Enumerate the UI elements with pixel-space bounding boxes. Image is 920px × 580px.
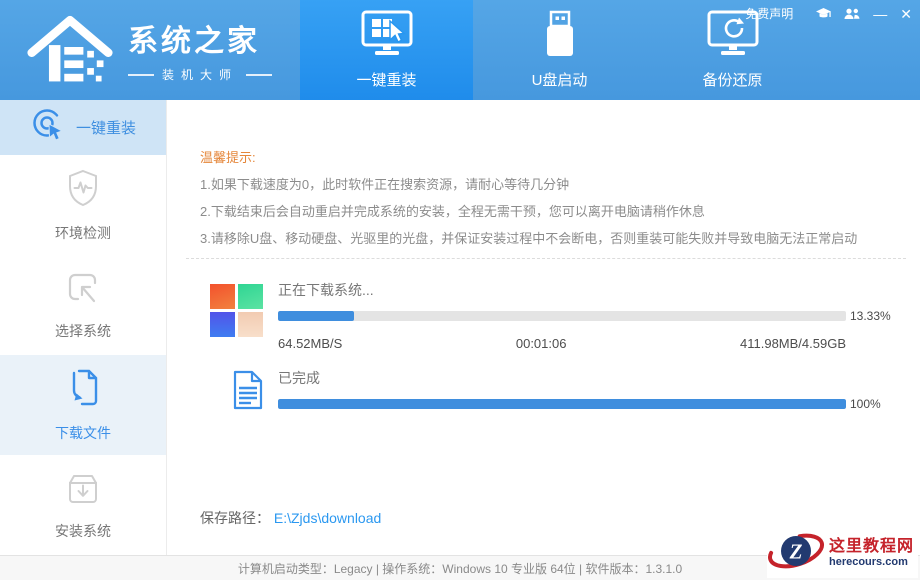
download-percent-label: 13.33% xyxy=(850,309,891,323)
monitor-windows-cursor-icon xyxy=(360,10,414,62)
download-file-icon xyxy=(65,368,101,413)
tip-line: 2.下载结束后会自动重启并完成系统的安装，全程无需干预，您可以离开电脑请稍作休息 xyxy=(200,198,857,225)
save-path-row: 保存路径： E:\Zjds\download xyxy=(200,508,381,528)
watermark-z-badge-icon: Z xyxy=(767,530,825,577)
free-statement-link[interactable]: 免费声明 xyxy=(745,5,793,22)
sidebar-item-download-file[interactable]: 下载文件 xyxy=(0,355,166,455)
watermark-title: 这里教程网 xyxy=(829,538,914,556)
main-panel: 温馨提示: 1.如果下载速度为0，此时软件正在搜索资源，请耐心等待几分钟 2.下… xyxy=(168,100,920,555)
sidebar-item-label: 安装系统 xyxy=(55,521,111,541)
sidebar-item-label: 选择系统 xyxy=(55,321,111,341)
sidebar-item-one-key-reinstall[interactable]: 一键重装 xyxy=(0,100,166,155)
tab-label: 一键重装 xyxy=(356,69,416,90)
download-progress-block: 正在下载系统... 13.33% 64.52MB/S 00:01:06 411.… xyxy=(168,280,920,351)
download-stats-row: 64.52MB/S 00:01:06 411.98MB/4.59GB xyxy=(278,336,846,351)
sidebar: 一键重装 环境检测 选择系统 xyxy=(0,100,167,555)
logo-title: 系统之家 xyxy=(128,16,272,60)
download-status-title: 正在下载系统... xyxy=(278,280,920,300)
app-logo: 系统之家 装机大师 xyxy=(26,12,272,87)
sidebar-item-label: 环境检测 xyxy=(55,223,111,243)
completed-progress-block: 已完成 100% xyxy=(168,368,920,411)
tab-usb-boot[interactable]: U盘启动 xyxy=(473,0,646,100)
logo-rule-right xyxy=(246,74,272,76)
tab-one-key-reinstall[interactable]: 一键重装 xyxy=(300,0,473,100)
download-elapsed-time: 00:01:06 xyxy=(516,336,567,351)
tab-label: 备份还原 xyxy=(702,69,762,90)
completed-percent-label: 100% xyxy=(850,397,881,411)
windows-color-logo-icon xyxy=(210,284,263,337)
completed-progress-fill xyxy=(278,399,846,409)
download-progress-bar xyxy=(278,311,846,321)
header-tabs: 一键重装 U盘启动 xyxy=(300,0,819,100)
dashed-separator xyxy=(186,258,906,259)
shield-pulse-icon xyxy=(65,168,101,213)
minimize-button[interactable]: — xyxy=(873,7,887,21)
customer-service-cap-icon[interactable] xyxy=(816,7,831,21)
watermark-logo: Z 这里教程网 herecours.com xyxy=(767,529,918,578)
download-speed: 64.52MB/S xyxy=(278,336,342,351)
users-group-icon[interactable] xyxy=(844,7,860,21)
tip-line: 3.请移除U盘、移动硬盘、光驱里的光盘，并保证安装过程中不会断电，否则重装可能失… xyxy=(200,225,857,252)
window-controls: 免费声明 — ✕ xyxy=(745,5,912,22)
sidebar-item-label: 一键重装 xyxy=(76,117,136,138)
completed-status-title: 已完成 xyxy=(278,368,920,388)
app-window: 系统之家 装机大师 xyxy=(0,0,920,580)
sidebar-item-select-system[interactable]: 选择系统 xyxy=(0,255,166,355)
usb-drive-icon xyxy=(533,10,587,62)
one-key-reinstall-icon xyxy=(30,107,66,148)
tips-block: 温馨提示: 1.如果下载速度为0，此时软件正在搜索资源，请耐心等待几分钟 2.下… xyxy=(200,144,857,252)
logo-subtitle: 装机大师 xyxy=(162,66,238,83)
install-system-icon xyxy=(65,470,101,511)
select-system-icon xyxy=(65,270,101,311)
completed-progress-bar xyxy=(278,399,846,409)
header: 系统之家 装机大师 xyxy=(0,0,920,100)
sidebar-item-environment-check[interactable]: 环境检测 xyxy=(0,155,166,255)
tips-title: 温馨提示: xyxy=(200,144,857,171)
house-logo-icon xyxy=(26,12,114,87)
sidebar-item-install-system[interactable]: 安装系统 xyxy=(0,455,166,555)
download-size: 411.98MB/4.59GB xyxy=(740,336,846,351)
save-path-label: 保存路径： xyxy=(200,510,270,526)
status-bar-text: 计算机启动类型：Legacy | 操作系统：Windows 10 专业版 64位… xyxy=(238,560,682,577)
document-icon xyxy=(232,370,264,415)
svg-text:Z: Z xyxy=(789,540,803,564)
save-path-link[interactable]: E:\Zjds\download xyxy=(274,510,381,526)
watermark-domain: herecours.com xyxy=(829,556,908,569)
logo-rule-left xyxy=(128,74,154,76)
close-button[interactable]: ✕ xyxy=(900,7,912,21)
download-progress-fill xyxy=(278,311,354,321)
tip-line: 1.如果下载速度为0，此时软件正在搜索资源，请耐心等待几分钟 xyxy=(200,171,857,198)
tab-label: U盘启动 xyxy=(532,69,588,90)
sidebar-item-label: 下载文件 xyxy=(55,423,111,443)
